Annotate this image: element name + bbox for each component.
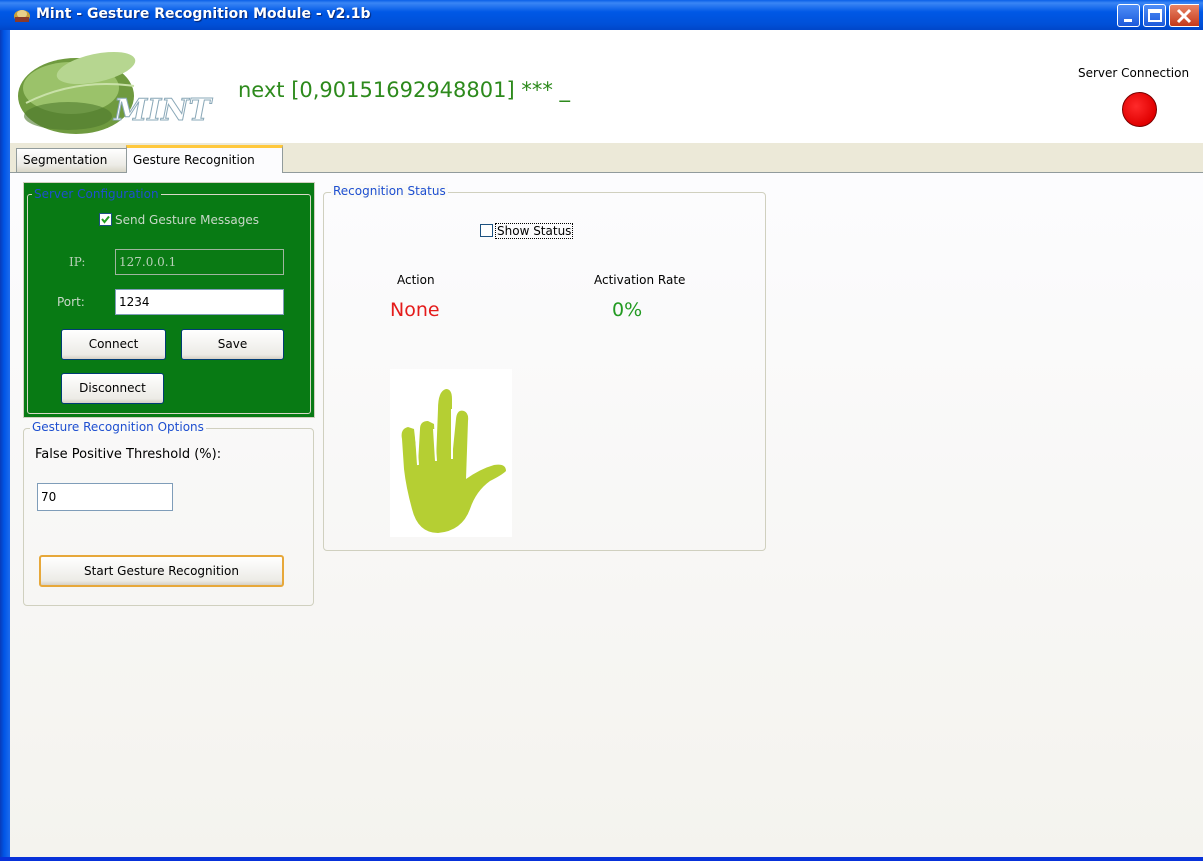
activation-rate-header: Activation Rate <box>594 273 686 287</box>
connect-button[interactable]: Connect <box>61 329 166 360</box>
window-title: Mint - Gesture Recognition Module - v2.1… <box>36 6 371 22</box>
gesture-recognition-options-group: Gesture Recognition Options False Positi… <box>23 420 314 606</box>
window-frame-bottom <box>0 857 1203 861</box>
recognition-status-group: Recognition Status Show Status Action Ac… <box>323 184 766 551</box>
action-header: Action <box>397 273 435 287</box>
open-hand-icon <box>401 389 506 533</box>
activation-rate-value: 0% <box>612 299 643 321</box>
port-field[interactable]: 1234 <box>115 289 284 315</box>
show-status-row[interactable]: Show Status <box>480 223 574 239</box>
tab-strip: Segmentation Gesture Recognition <box>10 143 1203 173</box>
tab-segmentation[interactable]: Segmentation <box>16 148 131 172</box>
logo-text: MINT <box>113 93 214 128</box>
gesture-recognition-page: Server Configuration Send Gesture Messag… <box>10 172 1203 861</box>
mint-logo: MINT <box>16 48 230 140</box>
ip-label: IP: <box>69 255 86 269</box>
gesture-recognition-options-legend: Gesture Recognition Options <box>30 420 206 434</box>
server-connection-label: Server Connection <box>1078 66 1190 80</box>
title-bar: Mint - Gesture Recognition Module - v2.1… <box>0 0 1203 30</box>
app-header: MINT next [0,90151692948801] *** _ Serve… <box>10 30 1203 143</box>
show-status-label: Show Status <box>495 223 574 239</box>
close-button[interactable] <box>1169 4 1199 27</box>
send-gesture-messages-checkbox[interactable] <box>99 213 112 226</box>
port-label: Port: <box>57 295 85 309</box>
maximize-button[interactable] <box>1143 4 1166 27</box>
action-value: None <box>390 299 440 321</box>
show-status-checkbox[interactable] <box>480 224 493 237</box>
gesture-image <box>390 369 512 537</box>
recognition-output-line: next [0,90151692948801] *** _ <box>238 78 571 102</box>
send-gesture-messages-row[interactable]: Send Gesture Messages <box>99 213 259 228</box>
recognition-status-legend: Recognition Status <box>331 184 448 198</box>
ip-field: 127.0.0.1 <box>115 249 284 275</box>
false-positive-threshold-field[interactable]: 70 <box>37 483 173 511</box>
window-frame-left <box>0 30 10 861</box>
save-button[interactable]: Save <box>181 329 284 360</box>
start-gesture-recognition-button[interactable]: Start Gesture Recognition <box>39 555 284 587</box>
server-configuration-panel: Server Configuration Send Gesture Messag… <box>23 182 315 418</box>
send-gesture-messages-label: Send Gesture Messages <box>115 213 259 227</box>
disconnect-button[interactable]: Disconnect <box>61 373 164 404</box>
minimize-button[interactable] <box>1117 4 1140 27</box>
false-positive-threshold-label: False Positive Threshold (%): <box>35 447 222 462</box>
server-connection-indicator <box>1122 92 1157 127</box>
app-icon[interactable] <box>12 6 32 24</box>
tab-gesture-recognition[interactable]: Gesture Recognition <box>126 145 283 173</box>
server-configuration-legend: Server Configuration <box>34 187 159 201</box>
